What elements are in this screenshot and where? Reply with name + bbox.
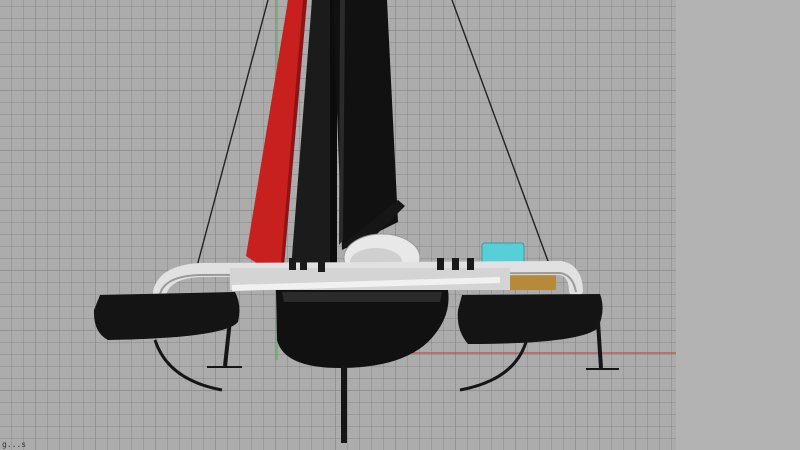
- port-curved-foil: [153, 339, 223, 392]
- starboard-rudder: [596, 321, 603, 369]
- starboard-curved-foil: [459, 341, 528, 392]
- starboard-shroud: [451, 0, 553, 273]
- center-foil: [341, 365, 347, 443]
- 3d-viewport[interactable]: g...s: [0, 0, 800, 450]
- port-hull: [93, 292, 240, 340]
- catamaran-model[interactable]: [0, 0, 800, 450]
- nacelle-shade: [282, 292, 442, 302]
- status-label: g...s: [2, 440, 27, 449]
- starboard-hull: [457, 294, 603, 344]
